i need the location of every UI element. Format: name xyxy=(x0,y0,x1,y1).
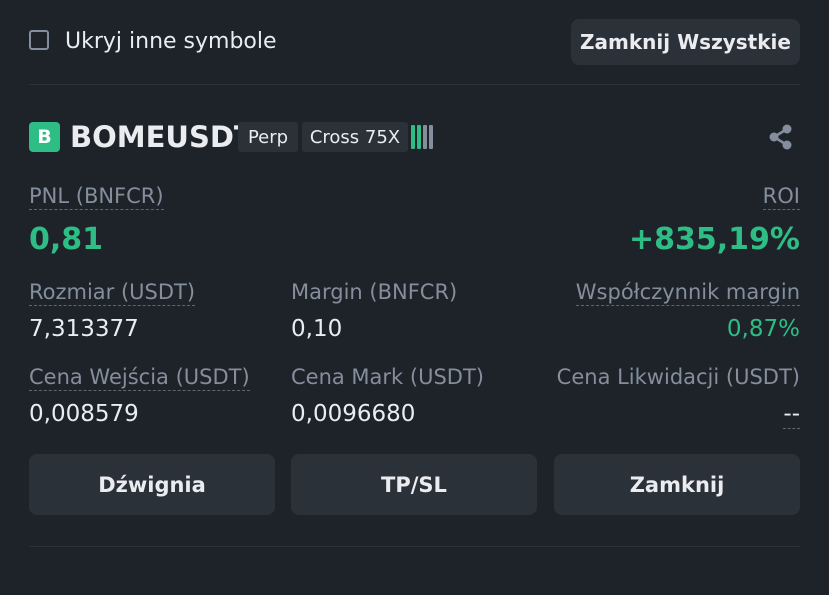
roi-value: +835,19% xyxy=(629,222,800,257)
risk-bar xyxy=(429,125,433,149)
risk-bar xyxy=(417,125,421,149)
margin-mode-tag[interactable]: Cross 75X xyxy=(302,122,408,152)
close-position-button[interactable]: Zamknij xyxy=(554,454,800,515)
pnl-value: 0,81 xyxy=(29,222,104,257)
positions-toolbar: Ukryj inne symbole Zamknij Wszystkie xyxy=(29,18,800,66)
roi-label[interactable]: ROI xyxy=(762,184,800,210)
symbol-name[interactable]: BOMEUSDT xyxy=(70,120,254,154)
liquidation-price-label: Cena Likwidacji (USDT) xyxy=(556,365,800,389)
margin-ratio-label[interactable]: Współczynnik margin xyxy=(575,280,800,306)
contract-type-tag: Perp xyxy=(238,122,298,152)
size-label[interactable]: Rozmiar (USDT) xyxy=(29,280,196,306)
hide-other-symbols-label[interactable]: Ukryj inne symbole xyxy=(65,28,277,56)
positions-panel: Ukryj inne symbole Zamknij Wszystkie B B… xyxy=(0,0,829,595)
entry-price-value: 0,008579 xyxy=(29,401,139,427)
position-side-badge: B xyxy=(29,122,60,152)
margin-value: 0,10 xyxy=(291,316,343,342)
mark-price-label: Cena Mark (USDT) xyxy=(291,365,484,389)
tpsl-button[interactable]: TP/SL xyxy=(291,454,537,515)
liquidation-price-value[interactable]: -- xyxy=(783,401,800,429)
close-all-button[interactable]: Zamknij Wszystkie xyxy=(571,19,800,65)
size-value: 7,313377 xyxy=(29,316,139,342)
hide-other-symbols-checkbox[interactable] xyxy=(29,30,49,50)
margin-label: Margin (BNFCR) xyxy=(291,280,458,304)
mark-price-value: 0,0096680 xyxy=(291,401,416,427)
leverage-button[interactable]: Dźwignia xyxy=(29,454,275,515)
share-icon[interactable] xyxy=(766,122,796,152)
position-header: B BOMEUSDT Perp Cross 75X xyxy=(29,120,800,154)
margin-ratio-value: 0,87% xyxy=(726,316,800,342)
entry-price-label[interactable]: Cena Wejścia (USDT) xyxy=(29,365,250,391)
divider xyxy=(29,546,800,547)
risk-bar xyxy=(423,125,427,149)
risk-level-icon xyxy=(411,125,433,149)
risk-bar xyxy=(411,125,415,149)
pnl-label[interactable]: PNL (BNFCR) xyxy=(29,184,164,210)
divider xyxy=(29,84,800,85)
